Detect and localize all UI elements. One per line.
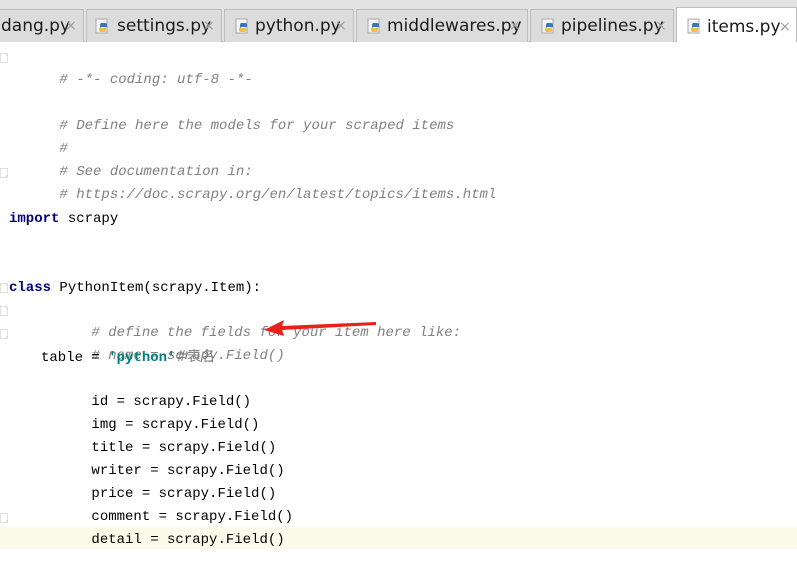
code-line-13: # name = scrapy.Field() bbox=[41, 323, 284, 364]
code-line-1: # -*- coding: utf-8 -*- bbox=[9, 47, 252, 88]
tab-settings-py[interactable]: settings.py × bbox=[86, 9, 222, 42]
code-line-11: class PythonItem(scrapy.Item): bbox=[9, 277, 261, 299]
code-editor[interactable]: # -*- coding: utf-8 -*- # Define here th… bbox=[0, 42, 797, 579]
python-file-icon bbox=[367, 18, 380, 34]
code-line-5: # See documentation in: bbox=[9, 139, 252, 180]
python-file-icon bbox=[235, 18, 248, 34]
code-text: detail = scrapy.Field() bbox=[91, 532, 285, 548]
tab-items-py[interactable]: items.py × bbox=[676, 7, 797, 43]
python-file-icon bbox=[95, 18, 108, 34]
code-line-16: img = scrapy.Field() bbox=[41, 392, 259, 433]
close-icon[interactable]: × bbox=[65, 17, 77, 35]
code-line-3: # Define here the models for your scrape… bbox=[9, 93, 454, 134]
tab-label: python.py bbox=[255, 16, 341, 36]
code-line-12: # define the fields for your item here l… bbox=[41, 300, 461, 341]
comment-text: # Define here the models for your scrape… bbox=[59, 118, 455, 134]
code-text: scrapy bbox=[59, 211, 119, 227]
fold-marker-icon[interactable] bbox=[0, 513, 8, 523]
code-line-21: detail = scrapy.Field() bbox=[41, 507, 284, 548]
code-line-14: table = 'python'#表名 bbox=[41, 346, 215, 368]
close-icon[interactable]: × bbox=[655, 17, 667, 35]
code-line-17: title = scrapy.Field() bbox=[41, 415, 276, 456]
fold-marker-icon[interactable] bbox=[0, 329, 8, 339]
comment-link[interactable]: # https://doc.scrapy.org/en/latest/topic… bbox=[59, 187, 496, 203]
code-line-8: import scrapy bbox=[9, 208, 118, 230]
keyword-import: import bbox=[9, 211, 60, 227]
tab-pipelines-py[interactable]: pipelines.py × bbox=[530, 9, 674, 42]
tab-label: settings.py bbox=[117, 16, 212, 36]
python-file-icon bbox=[541, 18, 554, 34]
fold-marker-icon[interactable] bbox=[0, 283, 8, 293]
code-line-19: price = scrapy.Field() bbox=[41, 461, 276, 502]
code-line-4: # bbox=[9, 116, 67, 157]
code-line-20: comment = scrapy.Field() bbox=[41, 484, 293, 525]
code-text: table = bbox=[41, 350, 109, 366]
tab-python-py[interactable]: python.py × bbox=[224, 9, 354, 42]
python-file-icon bbox=[687, 18, 700, 34]
arrow-icon bbox=[264, 320, 376, 336]
code-text: PythonItem(scrapy.Item): bbox=[51, 280, 262, 296]
fold-marker-icon[interactable] bbox=[0, 168, 8, 178]
tab-label: pipelines.py bbox=[561, 16, 664, 36]
keyword-class: class bbox=[9, 280, 52, 296]
code-line-6: # https://doc.scrapy.org/en/latest/topic… bbox=[9, 162, 496, 203]
code-line-15: id = scrapy.Field() bbox=[41, 369, 251, 410]
string-literal: 'python' bbox=[108, 350, 176, 366]
tab-label: dang.py bbox=[1, 16, 71, 36]
code-line-18: writer = scrapy.Field() bbox=[41, 438, 284, 479]
tab-dang-py[interactable]: dang.py × bbox=[0, 9, 84, 42]
tab-label: middlewares.py bbox=[387, 16, 522, 36]
ide-window: dang.py × settings.py × python.py × midd… bbox=[0, 0, 797, 579]
close-icon[interactable]: × bbox=[203, 17, 215, 35]
editor-tab-bar: dang.py × settings.py × python.py × midd… bbox=[0, 0, 797, 43]
comment-text: #表名 bbox=[175, 349, 216, 365]
close-icon[interactable]: × bbox=[779, 18, 791, 36]
close-icon[interactable]: × bbox=[335, 17, 347, 35]
fold-marker-icon[interactable] bbox=[0, 306, 8, 316]
tab-label: items.py bbox=[707, 17, 781, 37]
fold-marker-icon[interactable] bbox=[0, 53, 8, 63]
comment-text: # -*- coding: utf-8 -*- bbox=[59, 72, 253, 88]
tab-middlewares-py[interactable]: middlewares.py × bbox=[356, 9, 528, 42]
close-icon[interactable]: × bbox=[509, 17, 521, 35]
